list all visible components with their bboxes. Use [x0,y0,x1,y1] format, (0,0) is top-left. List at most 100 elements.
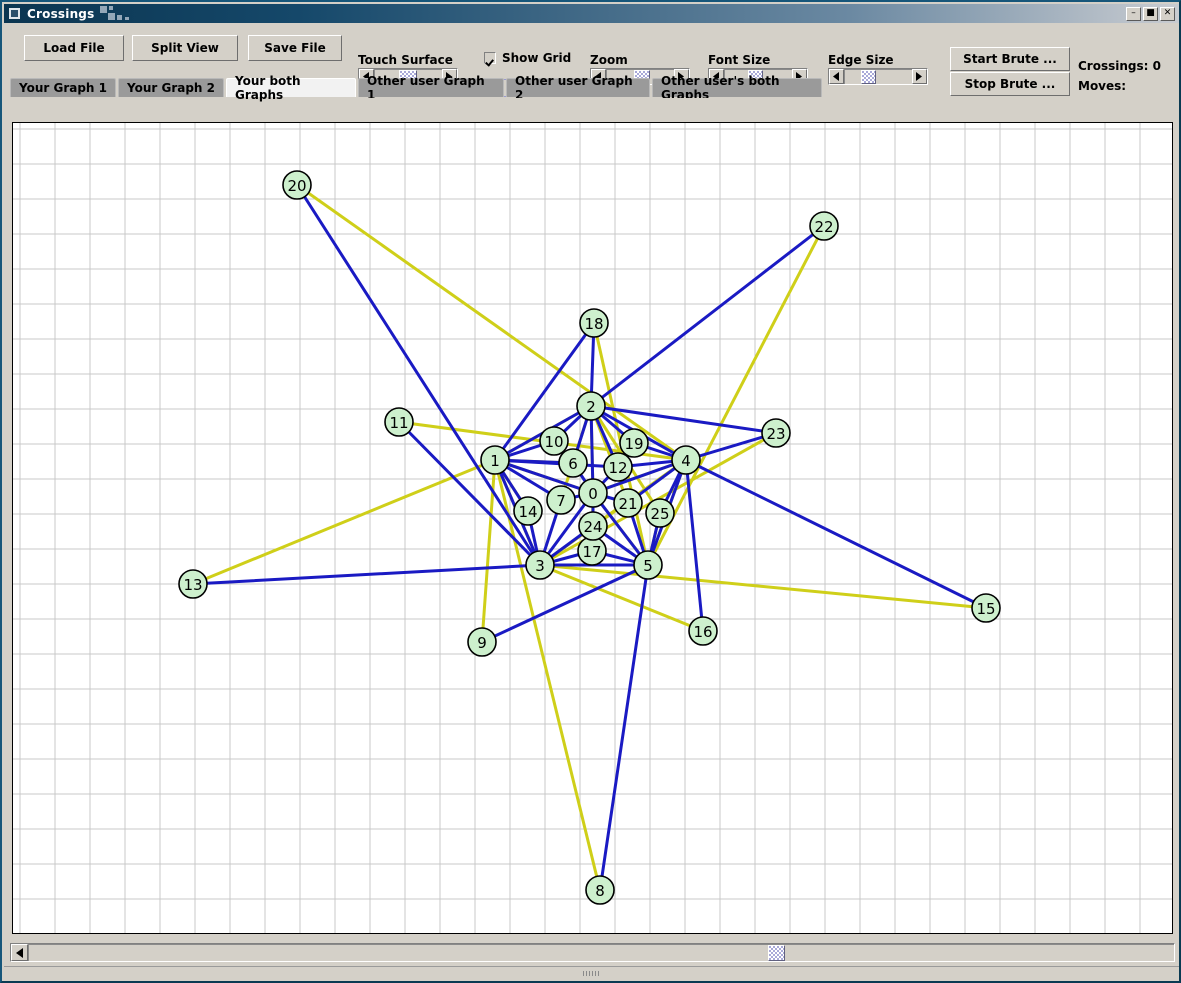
graph-node[interactable]: 17 [577,536,607,566]
node-label: 0 [588,485,598,503]
node-label: 7 [556,492,566,510]
graph-node[interactable]: 3 [525,550,555,580]
tab-your-graph-1[interactable]: Your Graph 1 [10,78,116,97]
node-label: 15 [976,600,995,618]
node-label: 13 [183,576,202,594]
app-window-icon [9,8,20,19]
graph-node[interactable]: 1 [480,445,510,475]
graph-node[interactable]: 0 [578,478,608,508]
node-label: 4 [681,452,691,470]
graph-edge [538,563,988,610]
node-label: 2 [586,398,596,416]
graph-node[interactable]: 12 [603,452,633,482]
graph-node[interactable]: 16 [688,616,718,646]
graph-node[interactable]: 24 [578,511,608,541]
graph-node[interactable]: 5 [633,550,663,580]
graph-edge [598,563,650,892]
node-label: 6 [568,455,578,473]
hscroll-track[interactable] [28,944,1174,961]
graph-node[interactable]: 8 [585,875,615,905]
window-controls: – ■ ✕ [1126,7,1175,21]
titlebar-decoration [98,4,158,23]
tab-your-both-graphs[interactable]: Your both Graphs [226,74,356,102]
status-strip [4,966,1179,981]
node-label: 9 [477,634,487,652]
horizontal-scrollbar[interactable] [10,943,1175,962]
graph-drawing[interactable]: 0123456789101112131415161718192021222324… [13,123,1172,933]
save-file-button[interactable]: Save File [248,35,342,61]
show-grid-check-icon[interactable] [484,52,496,64]
node-label: 11 [389,414,408,432]
tab-your-graph-2[interactable]: Your Graph 2 [118,78,224,97]
graph-edge [538,563,705,633]
crossings-status: Crossings: 0 [1078,59,1161,73]
graph-node[interactable]: 13 [178,569,208,599]
node-label: 12 [608,459,627,477]
graph-node[interactable]: 14 [513,496,543,526]
resize-grip-icon [582,971,601,976]
toolbar: Load File Split View Save File Touch Sur… [6,25,1179,97]
tab-other-user-graph-1[interactable]: Other user Graph 1 [358,74,504,102]
node-label: 24 [583,518,602,536]
graph-node[interactable]: 2 [576,391,606,421]
split-view-button[interactable]: Split View [132,35,238,61]
graph-node[interactable]: 19 [619,428,649,458]
start-brute-button[interactable]: Start Brute ... [950,47,1070,71]
graph-node[interactable]: 9 [467,627,497,657]
node-label: 10 [544,433,563,451]
graph-node[interactable]: 4 [671,445,701,475]
node-label: 25 [650,505,669,523]
graph-node[interactable]: 6 [558,448,588,478]
show-grid-label: Show Grid [502,51,572,65]
window-title: Crossings [27,6,95,21]
node-label: 14 [518,503,537,521]
hscroll-left-arrow-icon[interactable] [11,944,28,961]
node-label: 8 [595,882,605,900]
close-button[interactable]: ✕ [1160,7,1175,21]
graph-node[interactable]: 25 [645,498,675,528]
edge-size-label: Edge Size [828,53,894,67]
graph-edge [480,458,497,644]
node-label: 17 [582,543,601,561]
graph-node[interactable]: 21 [613,488,643,518]
node-label: 19 [624,435,643,453]
tab-bar: Your Graph 1 Your Graph 2 Your both Graphs… [6,74,1179,102]
graph-node[interactable]: 15 [971,593,1001,623]
load-file-button[interactable]: Load File [24,35,124,61]
tab-other-user-graph-2[interactable]: Other user Graph 2 [506,74,650,102]
title-bar: Crossings – ■ ✕ [4,4,1179,23]
graph-edge [295,183,688,462]
font-size-label: Font Size [708,53,771,67]
maximize-button[interactable]: ■ [1143,7,1158,21]
node-label: 23 [766,425,785,443]
graph-edge [589,224,826,408]
show-grid-checkbox[interactable]: Show Grid [484,51,571,65]
node-label: 16 [693,623,712,641]
node-label: 20 [287,177,306,195]
graph-edge [684,458,988,610]
graph-node[interactable]: 22 [809,211,839,241]
graph-edge [295,183,542,567]
graph-canvas[interactable]: 0 1 2 3 4 5 6 7 8 9 10 11 12 13 14 15 16 17 18 19 20 21 22 23 24… [12,122,1173,934]
app-window: Crossings – ■ ✕ Load File Split View Sav… [0,0,1181,983]
graph-node[interactable]: 7 [546,485,576,515]
graph-node[interactable]: 11 [384,407,414,437]
graph-node[interactable]: 23 [761,418,791,448]
graph-node[interactable]: 10 [539,426,569,456]
node-label: 1 [490,452,500,470]
graph-edge [684,458,705,633]
node-label: 18 [584,315,603,333]
minimize-button[interactable]: – [1126,7,1141,21]
graph-node[interactable]: 18 [579,308,609,338]
node-label: 21 [618,495,637,513]
graph-panel: 0 1 2 3 4 5 6 7 8 9 10 11 12 13 14 15 16 17 18 19 20 21 22 23 24… [7,98,1178,934]
graph-edge [397,420,542,567]
touch-surface-label: Touch Surface [358,53,453,67]
node-label: 22 [814,218,833,236]
tab-other-user-s-both-graphs[interactable]: Other user's both Graphs [652,74,822,102]
hscroll-thumb[interactable] [767,945,785,961]
node-label: 3 [535,557,545,575]
node-label: 5 [643,557,653,575]
graph-node[interactable]: 20 [282,170,312,200]
zoom-label: Zoom [590,53,628,67]
